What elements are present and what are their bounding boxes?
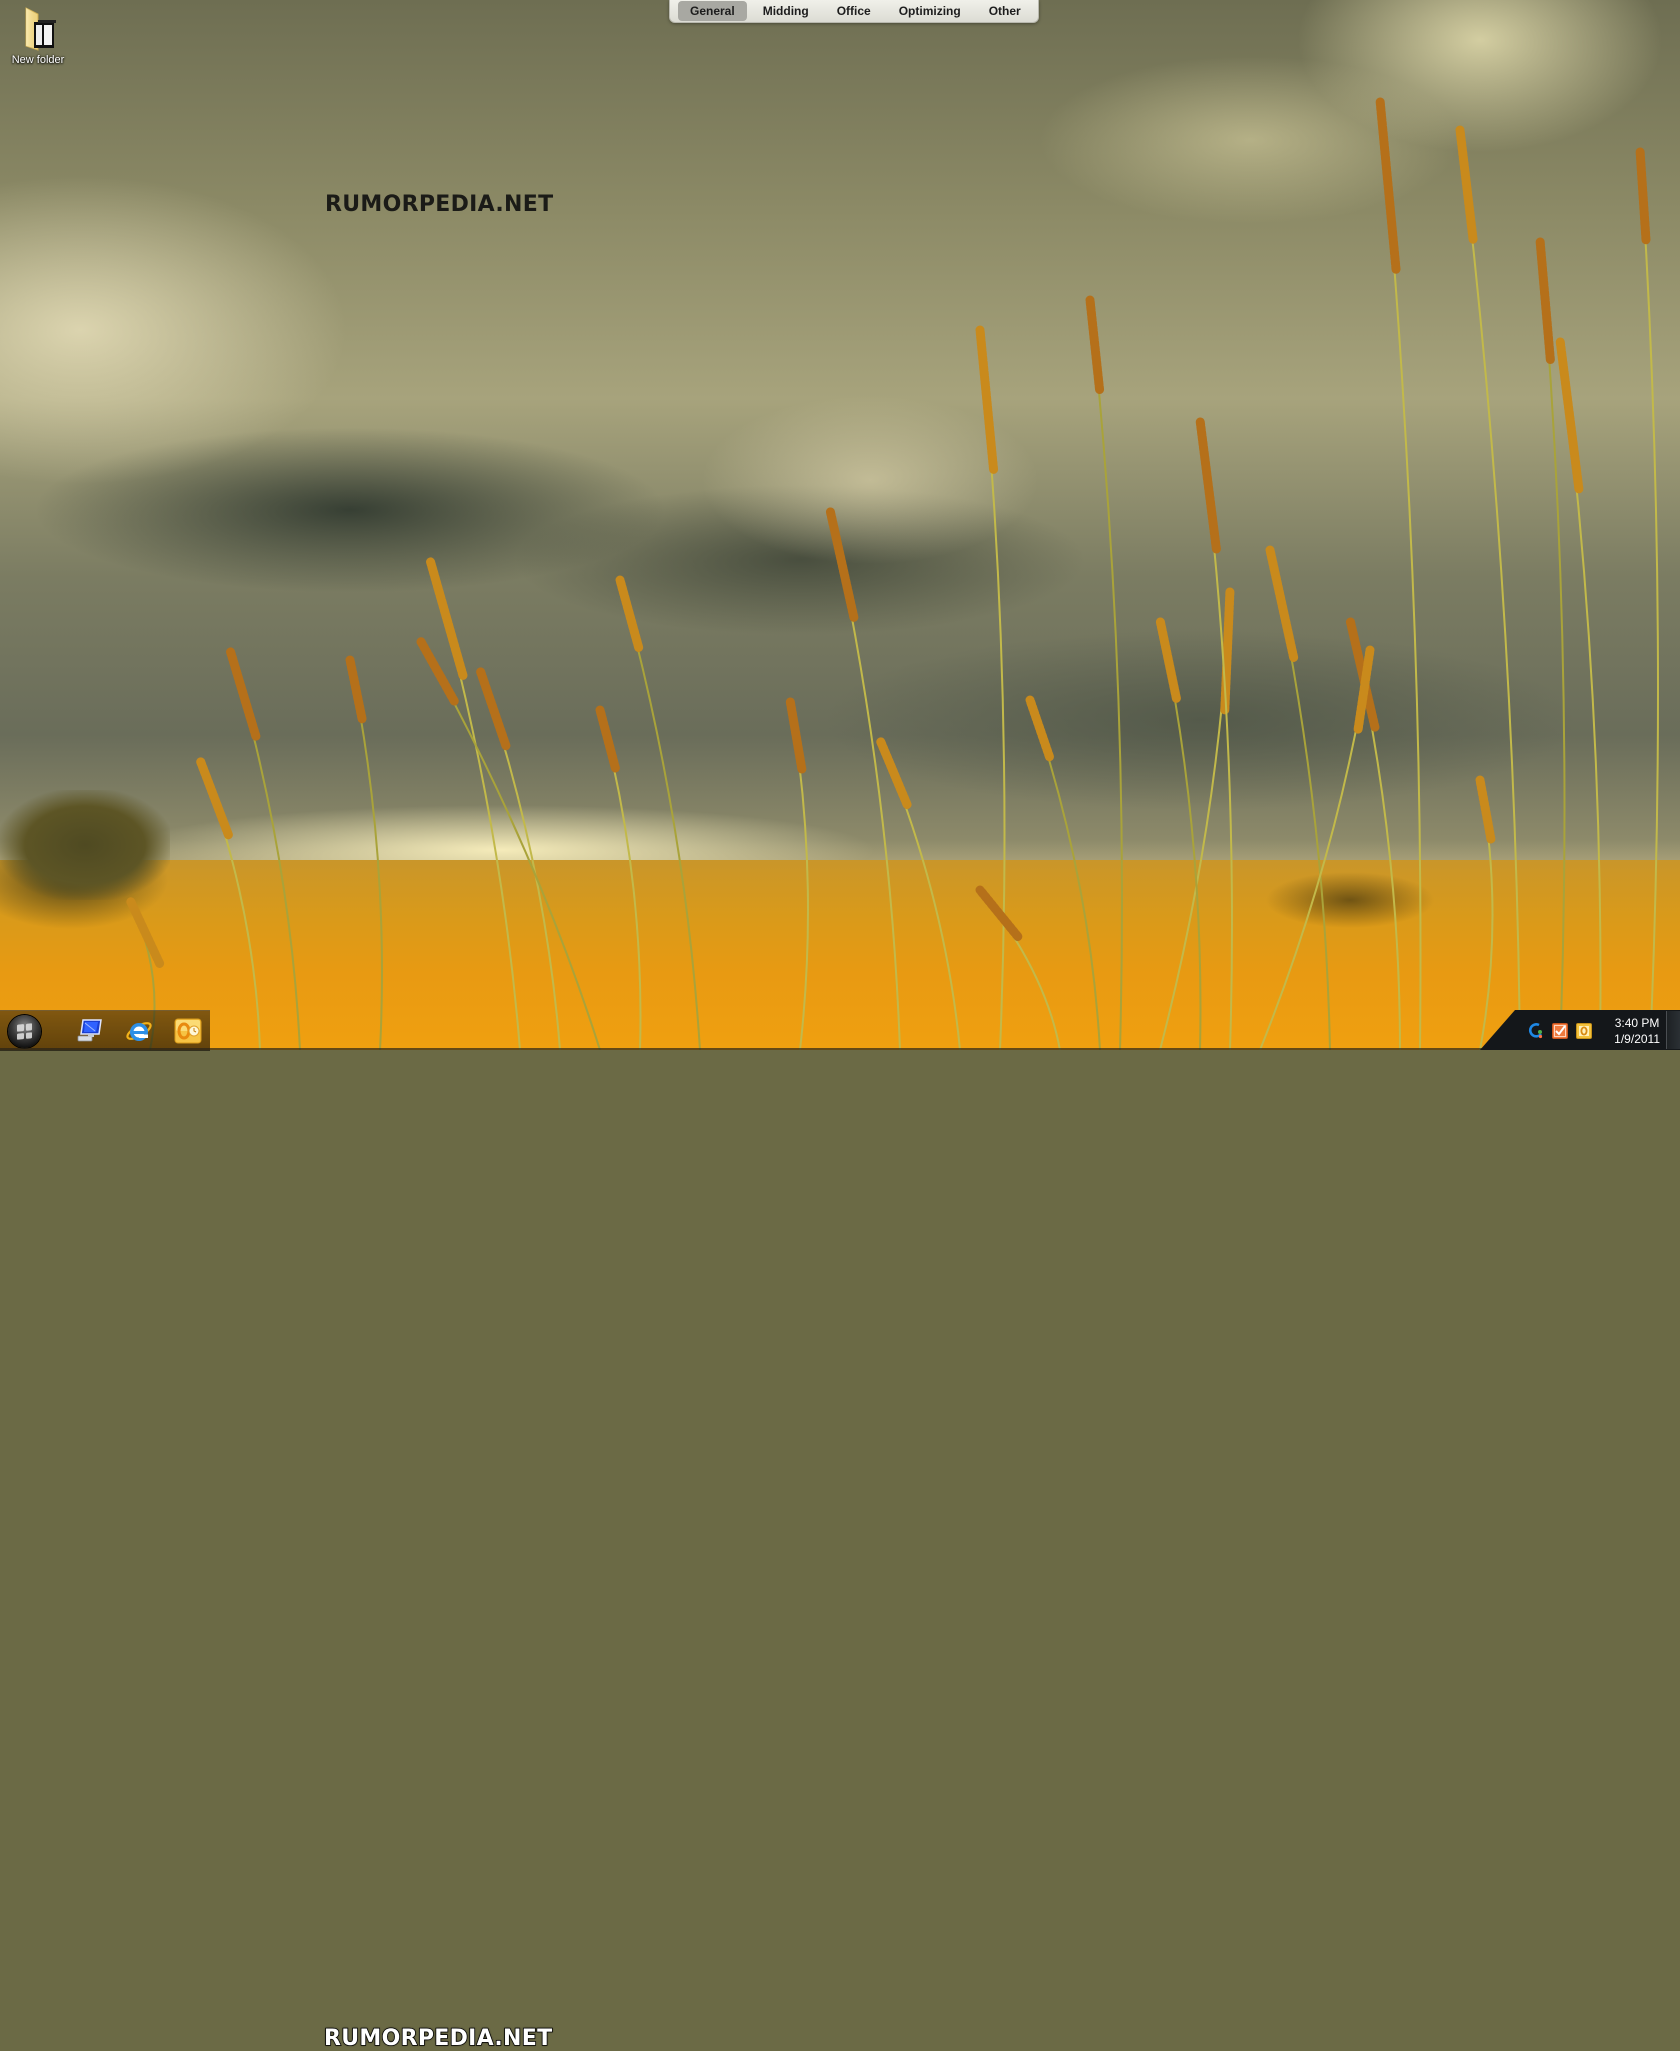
dock-tab-other[interactable]: Other xyxy=(977,1,1033,21)
grass-stem xyxy=(829,509,901,1050)
dock-tab-general[interactable]: General xyxy=(678,1,747,21)
grass-stem xyxy=(1379,99,1422,1050)
desktop-icon-label: New folder xyxy=(11,54,65,66)
dock-tab-optimizing[interactable]: Optimizing xyxy=(887,1,973,21)
system-clock[interactable]: 3:40 PM 1/9/2011 xyxy=(1614,1015,1660,1047)
tray-outlook[interactable] xyxy=(1576,1023,1592,1039)
grass-seed-head xyxy=(1155,615,1181,703)
network-activity-icon xyxy=(1528,1023,1543,1039)
grass-stem xyxy=(479,669,561,1050)
outlook-reminder-icon xyxy=(1576,1023,1592,1039)
grass-stem xyxy=(1269,549,1331,1050)
grass-seed-head xyxy=(975,885,1023,942)
taskbar-pinned-area xyxy=(0,1010,210,1051)
internet-explorer-icon xyxy=(126,1022,152,1041)
grass-seed-head xyxy=(825,505,859,622)
grass-seed-head xyxy=(125,895,165,968)
desktop-icon-new-folder[interactable]: New folder xyxy=(4,6,72,66)
grass-seed-head xyxy=(1455,125,1478,244)
grass-seed-head xyxy=(1475,775,1496,844)
grass-stalks xyxy=(125,95,1659,1050)
checkmark-task-icon xyxy=(1552,1023,1568,1039)
watermark-text-bottom: RUMORPEDIA.NET xyxy=(323,2025,553,2051)
grass-stem xyxy=(1459,129,1521,1050)
grass-seed-head xyxy=(975,325,999,474)
grass-seed-head xyxy=(1535,235,1555,365)
grass-seed-head xyxy=(475,665,511,751)
grass-seed-head xyxy=(875,735,912,810)
clock-date: 1/9/2011 xyxy=(1614,1032,1660,1046)
category-dock: General Midding Office Optimizing Other xyxy=(669,0,1039,23)
grass-stem xyxy=(1349,619,1401,1050)
dock-tab-midding[interactable]: Midding xyxy=(751,1,821,21)
grass-stem xyxy=(879,739,961,1050)
grass-stem xyxy=(199,759,261,1050)
grass-stem xyxy=(1559,339,1602,1050)
tray-network-activity[interactable] xyxy=(1528,1023,1544,1039)
grass-seed-head xyxy=(415,635,459,706)
grass-seed-head xyxy=(1195,415,1221,554)
desktop-wallpaper xyxy=(0,0,1680,1050)
dock-tab-office[interactable]: Office xyxy=(825,1,883,21)
taskbar-button-internet-explorer[interactable] xyxy=(122,1015,156,1047)
grass-seed-head xyxy=(345,655,367,724)
folder-icon xyxy=(18,6,58,52)
grass-stem xyxy=(619,579,701,1050)
watermark-text: RUMORPEDIA.NET xyxy=(325,192,554,217)
grass-seed-head xyxy=(615,575,644,652)
notification-area: 3:40 PM 1/9/2011 xyxy=(1480,1010,1680,1050)
show-desktop-button[interactable] xyxy=(1666,1011,1680,1049)
tray-task[interactable] xyxy=(1552,1023,1568,1039)
grass-stem xyxy=(429,559,521,1050)
grass-stem xyxy=(229,649,301,1050)
grass-stem xyxy=(419,639,601,1050)
grass-stem xyxy=(1159,619,1202,1050)
grass-stem xyxy=(599,709,642,1050)
taskbar: RUMORPEDIA.NET 3:40 PM 1/9/2011 xyxy=(0,1010,1680,2051)
grass-seed-head xyxy=(785,695,807,774)
grass-seed-head xyxy=(1555,335,1584,494)
grass-stem xyxy=(1259,649,1371,1050)
grass-seed-head xyxy=(1635,145,1651,245)
grass-seed-head xyxy=(195,755,233,840)
grass-seed-head xyxy=(1265,545,1299,662)
grass-stem xyxy=(1029,699,1101,1050)
taskbar-button-outlook[interactable] xyxy=(171,1015,205,1047)
grass-seed-head xyxy=(1025,695,1054,762)
computer-network-icon xyxy=(77,1019,102,1042)
grass-seed-head xyxy=(595,705,620,773)
start-button[interactable] xyxy=(8,1015,41,1048)
grass-seed-head xyxy=(225,645,261,741)
grass-stem xyxy=(1639,149,1659,1050)
grass-seed-head xyxy=(1375,95,1401,274)
grass-seed-head xyxy=(1085,295,1105,394)
taskbar-button-network[interactable] xyxy=(72,1015,106,1047)
outlook-icon xyxy=(174,1018,202,1044)
grass-stem xyxy=(1089,299,1123,1050)
clock-time: 3:40 PM xyxy=(1614,1016,1660,1030)
windows-orb-icon xyxy=(17,1023,32,1040)
